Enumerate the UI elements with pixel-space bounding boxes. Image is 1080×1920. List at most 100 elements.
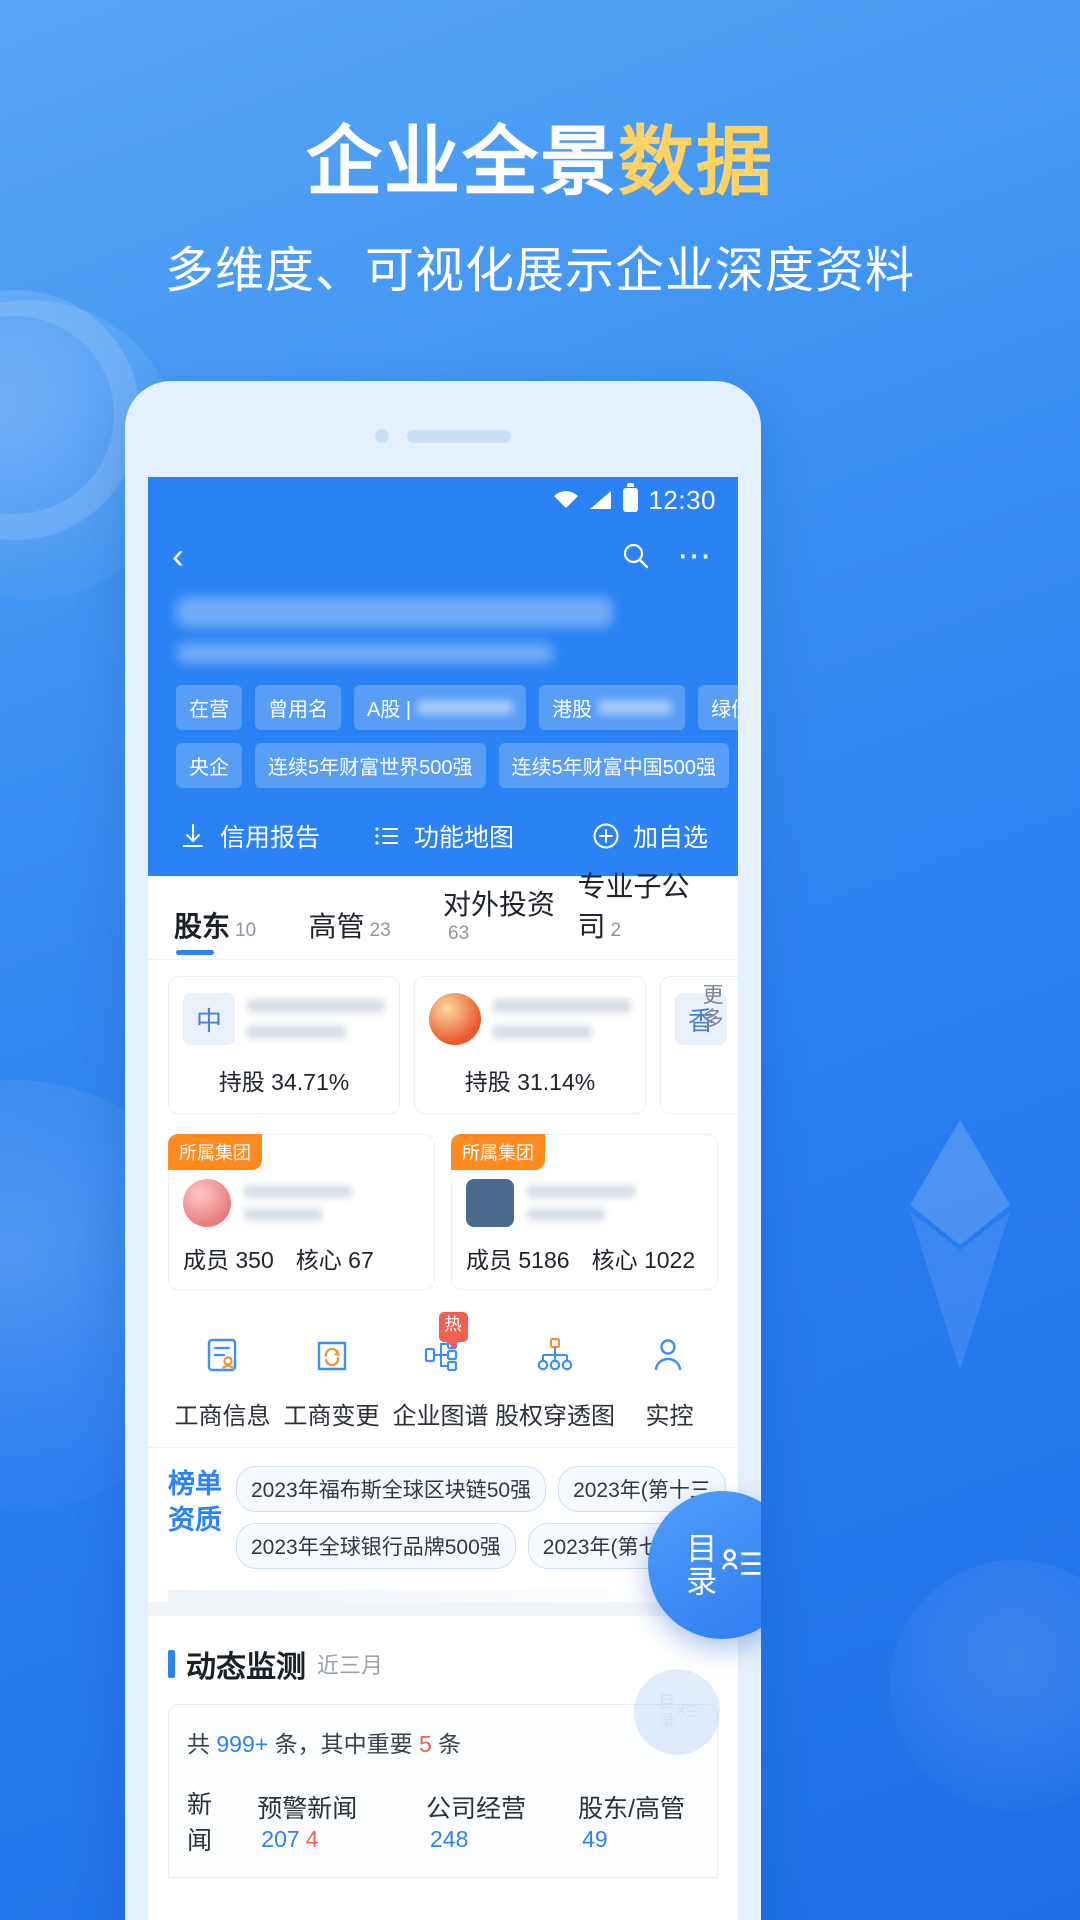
plus-circle-icon — [591, 821, 621, 851]
dyn-tab-news[interactable]: 新闻 — [187, 1785, 231, 1857]
tag-label: 连续5年财富世界500强 — [268, 757, 473, 779]
feature-business-change[interactable]: 工商变更 — [277, 1330, 386, 1431]
group-name-redacted — [244, 1185, 352, 1221]
dynamic-total-line: 共 999+ 条，其中重要 5 条 — [187, 1725, 699, 1759]
catalogue-fab-label: 目录 — [681, 1532, 717, 1598]
section-fade-divider — [168, 1590, 718, 1602]
feature-equity-penetration[interactable]: 股权穿透图 — [495, 1330, 615, 1431]
feature-shortcut-row: 工商信息 工商变更 热 企业图谱 股权穿透图 实控 — [148, 1308, 738, 1448]
dyn-tab-count: 207 — [261, 1825, 300, 1852]
rank-chip[interactable]: 2023年全球银行品牌500强 — [236, 1523, 516, 1569]
rank-chip[interactable]: 2023年福布斯全球区块链50强 — [236, 1466, 547, 1512]
members-label: 成员 — [183, 1247, 229, 1273]
catalogue-fab-shadow-label: 目录 — [655, 1693, 675, 1731]
group-stats: 成员 350 核心 67 — [183, 1241, 420, 1275]
group-card-list: 所属集团 成员 350 核心 67 所属集团 成员 5186 核心 1022 — [148, 1128, 738, 1308]
more-shareholders-button[interactable]: 更多 — [698, 984, 728, 1032]
feature-actual-controller[interactable]: 实控 — [615, 1330, 724, 1431]
tab-subsidiaries[interactable]: 专业子公司 2 — [578, 865, 713, 959]
tab-count: 63 — [448, 923, 470, 944]
feature-label: 企业图谱 — [392, 1403, 489, 1430]
dyn-tab-operations[interactable]: 公司经营248 — [426, 1789, 552, 1854]
section-accent-bar — [168, 1650, 175, 1678]
holding-label: 持股 34.71% — [218, 1069, 350, 1095]
shareholder-card[interactable]: 持股 31.14% — [414, 976, 646, 1114]
tag-fortune-global[interactable]: 连续5年财富世界500强 — [255, 743, 486, 788]
tab-label: 对外投资 — [443, 889, 556, 920]
dyn-tab-label: 新闻 — [187, 1791, 213, 1855]
tag-label: A股 | — [367, 699, 412, 721]
dynamic-monitor-header: 动态监测 近三月 — [168, 1642, 718, 1686]
tag-label: 绿债 — [711, 699, 738, 721]
core-count: 1022 — [643, 1247, 696, 1273]
tag-label: 港股 — [552, 699, 593, 721]
tag-former-name[interactable]: 曾用名 — [255, 685, 341, 730]
business-info-icon — [168, 1330, 277, 1382]
dyn-tab-shareholders[interactable]: 股东/高管49 — [578, 1789, 699, 1854]
download-icon — [178, 821, 208, 851]
dynamic-monitor-title: 动态监测 — [186, 1651, 306, 1684]
tag-a-share[interactable]: A股 | — [354, 685, 527, 730]
dynamic-category-tabs: 新闻 预警新闻207 4 公司经营248 股东/高管49 — [187, 1785, 699, 1877]
add-watchlist-button[interactable]: 加自选 — [531, 818, 708, 854]
credit-report-button[interactable]: 信用报告 — [178, 818, 355, 854]
dynamic-monitor-box: 共 999+ 条，其中重要 5 条 新闻 预警新闻207 4 公司经营248 股… — [168, 1704, 718, 1878]
dyn-tab-warning-news[interactable]: 预警新闻207 4 — [257, 1789, 400, 1854]
dyn-tab-label: 公司经营 — [426, 1794, 527, 1823]
tag-label: 央企 — [189, 757, 229, 779]
members-count: 5186 — [518, 1247, 570, 1273]
action-label: 加自选 — [633, 824, 709, 852]
company-logo: 中 — [183, 993, 235, 1045]
section-divider — [148, 1602, 738, 1616]
group-logo — [466, 1179, 514, 1227]
feature-business-info[interactable]: 工商信息 — [168, 1330, 277, 1431]
function-map-button[interactable]: 功能地图 — [355, 818, 532, 854]
tab-executives[interactable]: 高管 23 — [309, 905, 444, 959]
entity-tabs: 股东 10 高管 23 对外投资 63 专业子公司 2 — [148, 871, 738, 960]
group-card[interactable]: 所属集团 成员 350 核心 67 — [168, 1134, 435, 1290]
core-label: 核心 — [591, 1247, 638, 1273]
tag-soe[interactable]: 央企 — [176, 743, 242, 788]
hero-section: 企业全景数据 多维度、可视化展示企业深度资料 — [0, 120, 1080, 302]
tag-status[interactable]: 在营 — [176, 685, 242, 730]
tag-label: 连续5年财富中国500强 — [511, 757, 717, 779]
total-mid: 条，其中重要 — [274, 1731, 413, 1757]
holding-label: 持股 31.14% — [464, 1069, 596, 1095]
feature-enterprise-graph[interactable]: 热 企业图谱 — [386, 1312, 495, 1431]
company-name-redacted — [176, 597, 613, 627]
phone-notch — [125, 429, 761, 443]
page-subtitle: 多维度、可视化展示企业深度资料 — [164, 244, 915, 299]
rank-title-line2: 资质 — [168, 1505, 222, 1536]
tag-fortune-china[interactable]: 连续5年财富中国500强 — [498, 743, 729, 788]
more-dots-icon[interactable]: ⋯ — [677, 539, 714, 573]
tag-green-bond[interactable]: 绿债 — [698, 685, 738, 730]
page-title-accent: 数据 — [618, 120, 774, 205]
tab-count: 23 — [369, 920, 391, 941]
dynamic-monitor-section: 动态监测 近三月 共 999+ 条，其中重要 5 条 新闻 预警新闻207 4 … — [148, 1616, 738, 1878]
background-ring — [0, 290, 140, 540]
tab-shareholders[interactable]: 股东 10 — [174, 905, 309, 959]
rank-title-line1: 榜单 — [168, 1469, 222, 1499]
group-badge: 所属集团 — [451, 1134, 545, 1170]
action-label: 信用报告 — [220, 824, 321, 852]
back-icon[interactable]: ‹ — [172, 538, 184, 574]
page-title: 企业全景数据 — [0, 120, 1080, 205]
tab-investments[interactable]: 对外投资 63 — [443, 883, 578, 959]
catalogue-fab-shadow: 目录 — [634, 1669, 720, 1755]
tag-row-1: 在营 曾用名 A股 | 港股 绿债 — [148, 685, 738, 730]
group-name-redacted — [527, 1185, 635, 1221]
shareholder-card[interactable]: 中 持股 34.71% — [168, 976, 400, 1114]
list-map-icon — [372, 821, 402, 851]
phone-mockup: 12:30 ‹ ⋯ 在营 曾用名 A股 | 港股 绿 央企 连续5年财富世界50… — [125, 381, 761, 1920]
camera-icon — [375, 429, 389, 443]
group-card[interactable]: 所属集团 成员 5186 核心 1022 — [451, 1134, 718, 1290]
status-time: 12:30 — [648, 484, 716, 515]
core-label: 核心 — [295, 1247, 342, 1273]
hot-badge: 热 — [438, 1312, 468, 1349]
status-bar: 12:30 — [148, 477, 738, 523]
rank-title: 榜单 资质 — [168, 1466, 222, 1580]
action-row: 信用报告 功能地图 加自选 — [148, 818, 738, 854]
total-prefix: 共 — [187, 1731, 210, 1757]
search-icon[interactable] — [621, 541, 651, 571]
tag-hk-share[interactable]: 港股 — [539, 685, 686, 730]
